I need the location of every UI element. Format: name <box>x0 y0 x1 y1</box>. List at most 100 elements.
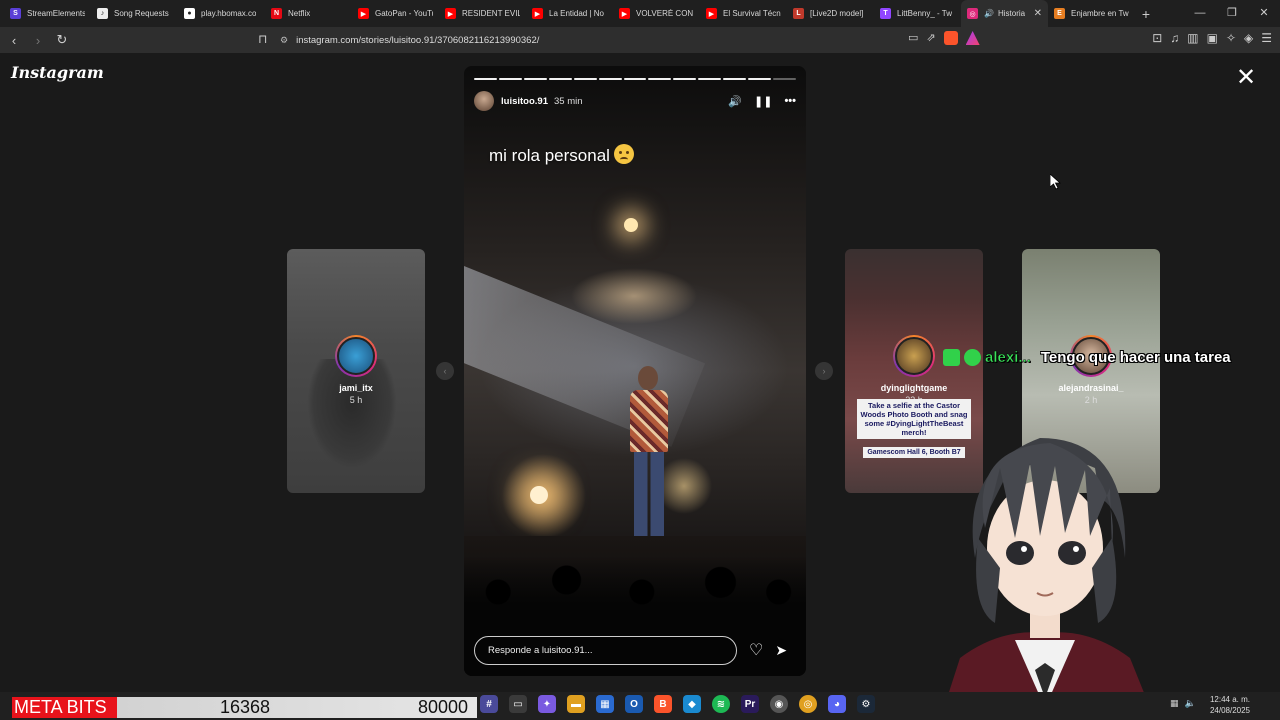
media-icon[interactable]: ♫ <box>1170 31 1179 45</box>
reply-row: ♡ ➤ <box>474 635 796 665</box>
app-icon[interactable]: ◆ <box>683 695 701 713</box>
mute-icon[interactable]: 🔊 <box>728 95 742 108</box>
tab-title: Song Requests <box>114 9 169 18</box>
minimize-button[interactable]: — <box>1184 0 1216 27</box>
task-view-icon[interactable]: ▭ <box>509 695 527 713</box>
stage-light <box>530 486 548 504</box>
story-preview-jami[interactable]: jami_itx 5 h <box>287 249 425 493</box>
vpn-icon[interactable]: ◈ <box>1244 31 1253 45</box>
chat-badge-icon <box>943 349 960 366</box>
wallet-icon[interactable]: ▣ <box>1207 31 1218 45</box>
browser-tab[interactable]: ▶ RESIDENT EVIL <box>439 0 526 27</box>
obs-icon[interactable]: ◉ <box>770 695 788 713</box>
preview-time: 5 h <box>349 395 363 405</box>
story-username[interactable]: luisitoo.91 <box>501 96 548 107</box>
preview-username: alejandrasinai_ <box>1058 383 1124 393</box>
browser-tab[interactable]: ▶ VOLVERÉ CON <box>613 0 700 27</box>
avatar <box>335 335 377 377</box>
progress-segment <box>748 78 772 80</box>
forward-button[interactable]: › <box>28 33 48 48</box>
pause-icon[interactable]: ❚❚ <box>754 95 772 108</box>
tab-title: LittBenny_ - Tw <box>897 9 952 18</box>
address-bar[interactable]: ⚙ instagram.com/stories/luisitoo.91/3706… <box>280 30 1000 50</box>
browser-tab[interactable]: ● play.hbomax.co <box>178 0 265 27</box>
browser-tab[interactable]: L [Live2D model] <box>787 0 874 27</box>
streamelements-icon: S <box>10 8 21 19</box>
progress-segment <box>548 78 572 80</box>
browser-tab[interactable]: ♪ Song Requests <box>91 0 178 27</box>
copilot-icon[interactable]: ✦ <box>538 695 556 713</box>
more-options-icon[interactable]: ••• <box>784 95 796 108</box>
caption-text: mi rola personal <box>489 146 610 165</box>
instagram-logo[interactable]: Instagram <box>11 63 104 82</box>
tab-title: Netflix <box>288 9 311 18</box>
progress-segment <box>523 78 547 80</box>
screenshot-icon[interactable]: ⊡ <box>1152 31 1162 45</box>
bookmark-icon[interactable]: ⊓ <box>258 32 272 48</box>
hashtag-app-icon[interactable]: # <box>480 695 498 713</box>
premiere-icon[interactable]: Pr <box>741 695 759 713</box>
next-story-button[interactable]: › <box>815 362 833 380</box>
browser-tab[interactable]: ◎ 🔊 Historia ✕ <box>961 0 1048 27</box>
share-icon[interactable]: ⇗ <box>926 31 935 45</box>
taskbar-clock[interactable]: 12:44 a. m. 24/08/2025 <box>1210 694 1250 716</box>
browser-tab[interactable]: S StreamElements <box>4 0 91 27</box>
story-progress <box>474 78 796 80</box>
tab-audio-icon[interactable]: 🔊 <box>984 9 994 18</box>
outlook-icon[interactable]: O <box>625 695 643 713</box>
progress-segment <box>698 78 722 80</box>
system-tray: ▦ 🔈 <box>1170 698 1196 709</box>
progress-segment <box>598 78 622 80</box>
youtube-icon: ▶ <box>706 8 717 19</box>
close-stories-button[interactable]: ✕ <box>1233 65 1259 91</box>
window-close-button[interactable]: ✕ <box>1248 0 1280 27</box>
window-controls: — ❐ ✕ <box>1184 0 1280 27</box>
site-info-icon[interactable]: ⚙ <box>280 35 288 46</box>
browser-tab[interactable]: T LittBenny_ - Tw <box>874 0 961 27</box>
url-text: instagram.com/stories/luisitoo.91/370608… <box>296 34 540 46</box>
steam-icon[interactable]: ⚙ <box>857 695 875 713</box>
progress-segment <box>474 78 497 80</box>
tab-title: Historia <box>997 9 1026 18</box>
netflix-icon: N <box>271 8 282 19</box>
reply-input[interactable] <box>474 635 737 665</box>
story-time: 35 min <box>553 95 583 107</box>
file-explorer-icon[interactable]: ▬ <box>567 695 585 713</box>
progress-segment <box>573 78 597 80</box>
browser-tab[interactable]: ▶ El Survival Técn <box>700 0 787 27</box>
sidebar-icon[interactable]: ▥ <box>1187 31 1198 45</box>
avatar[interactable] <box>474 91 494 111</box>
new-tab-button[interactable]: + <box>1135 6 1157 22</box>
store-icon[interactable]: ▦ <box>596 695 614 713</box>
chrome-icon[interactable]: ◎ <box>799 695 817 713</box>
back-button[interactable]: ‹ <box>4 33 24 48</box>
brave-rewards-icon[interactable] <box>965 31 980 45</box>
browser-tab[interactable]: N Netflix <box>265 0 352 27</box>
send-icon[interactable]: ➤ <box>775 642 787 659</box>
network-icon[interactable]: ▦ <box>1170 698 1179 709</box>
spotify-icon[interactable]: ≋ <box>712 695 730 713</box>
browser-tab[interactable]: ▶ GatoPan - YouTube <box>352 0 439 27</box>
reload-button[interactable]: ↻ <box>52 32 72 48</box>
cast-icon[interactable]: ▭ <box>908 31 918 45</box>
story-viewer[interactable]: luisitoo.91 35 min 🔊 ❚❚ ••• mi rola pers… <box>464 66 806 676</box>
preview-username: jami_itx <box>339 383 373 393</box>
previous-story-button[interactable]: ‹ <box>436 362 454 380</box>
instagram-icon: ◎ <box>967 8 978 19</box>
menu-icon[interactable]: ☰ <box>1261 31 1272 45</box>
clock-date: 24/08/2025 <box>1209 706 1250 715</box>
brave-browser-icon[interactable]: B <box>654 695 672 713</box>
restore-button[interactable]: ❐ <box>1216 0 1248 27</box>
address-actions: ▭ ⇗ <box>908 31 980 45</box>
progress-segment <box>648 78 672 80</box>
tab-close-icon[interactable]: ✕ <box>1034 8 1042 19</box>
volume-icon[interactable]: 🔈 <box>1185 698 1196 709</box>
like-icon[interactable]: ♡ <box>749 640 763 660</box>
discord-icon[interactable]: ◕ <box>828 695 846 713</box>
preview-time: 2 h <box>1084 395 1098 405</box>
browser-tab[interactable]: ▶ La Entidad | No <box>526 0 613 27</box>
browser-tab[interactable]: E Enjambre en Tw <box>1048 0 1135 27</box>
leo-ai-icon[interactable]: ✧ <box>1226 31 1236 45</box>
youtube-icon: ▶ <box>445 8 456 19</box>
brave-shields-icon[interactable] <box>943 31 958 45</box>
